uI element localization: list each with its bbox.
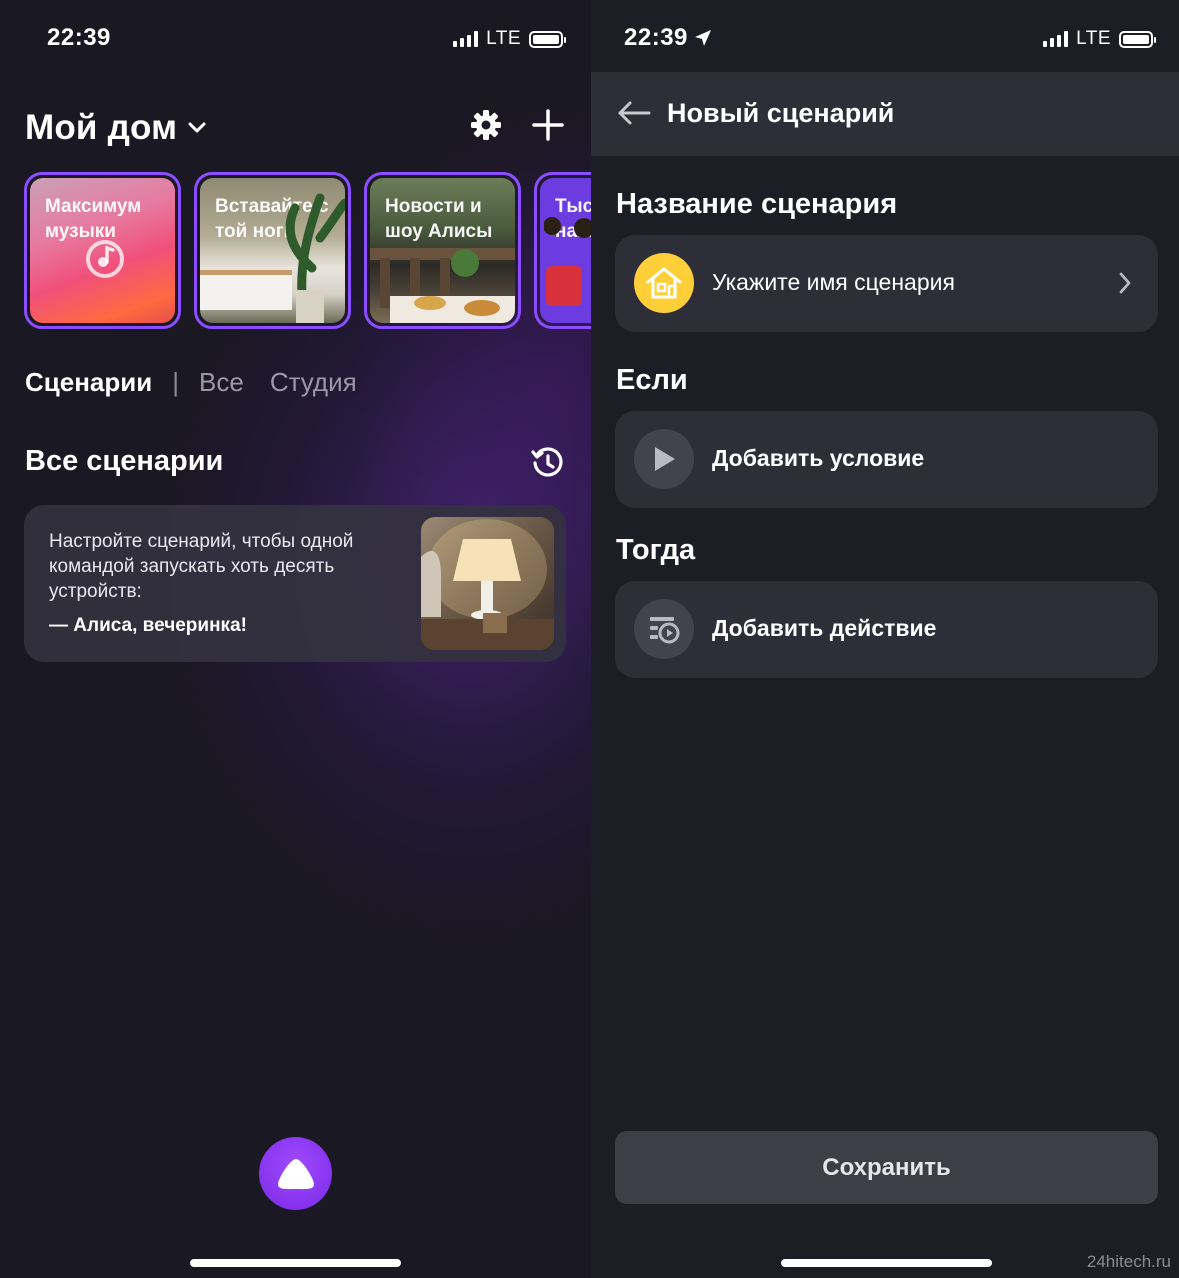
history-icon[interactable] (531, 446, 565, 480)
nav-bar: Новый сценарий (591, 72, 1179, 156)
tab-scenarios[interactable]: Сценарии (25, 367, 152, 398)
play-icon (634, 429, 694, 489)
add-action-label: Добавить действие (712, 615, 937, 641)
home-title: Мой дом (25, 108, 178, 147)
tab-studio[interactable]: Студия (270, 367, 357, 398)
room-illustration (200, 193, 345, 323)
story-skills[interactable]: Тысяч навыков (534, 172, 591, 329)
gear-icon[interactable] (469, 108, 503, 142)
story-news[interactable]: Новости и шоу Алисы (364, 172, 521, 329)
stories-carousel: Максимум музыки Вставайте с той ноги Нов… (24, 172, 591, 329)
back-arrow-icon[interactable] (617, 100, 651, 126)
location-arrow-icon (694, 30, 711, 46)
battery-icon (529, 30, 566, 48)
music-icon (86, 240, 124, 278)
house-icon (634, 253, 694, 313)
promo-card[interactable]: Настройте сценарий, чтобы одной командой… (24, 505, 566, 662)
promo-text: Настройте сценарий, чтобы одной командой… (49, 531, 354, 602)
story-music[interactable]: Максимум музыки (24, 172, 181, 329)
lamp-image (421, 517, 554, 650)
skills-illustration (544, 217, 591, 306)
save-button[interactable]: Сохранить (615, 1131, 1158, 1204)
watermark: 24hitech.ru (1086, 1252, 1171, 1271)
section-title: Все сценарии (25, 445, 224, 477)
home-indicator (781, 1259, 992, 1267)
action-list-icon (634, 599, 694, 659)
promo-command: — Алиса, вечеринка! (49, 615, 247, 636)
story-morning[interactable]: Вставайте с той ноги (194, 172, 351, 329)
scenario-name-placeholder: Укажите имя сценария (712, 269, 955, 295)
add-condition-label: Добавить условие (712, 445, 925, 471)
chevron-down-icon (188, 122, 206, 133)
add-icon[interactable] (531, 108, 565, 142)
story-caption: Максимум музыки (45, 196, 142, 242)
alice-button[interactable] (259, 1137, 332, 1210)
add-action-button[interactable]: Добавить действие (615, 581, 1158, 678)
home-selector[interactable]: Мой дом (25, 108, 207, 148)
status-time: 22:39 (47, 24, 111, 51)
tab-all[interactable]: Все (199, 367, 244, 398)
home-screen: 22:39 LTE Мой дом Максимум музыки Встава… (0, 0, 591, 1278)
tab-separator: | (172, 367, 179, 397)
if-section-label: Если (616, 364, 688, 396)
home-indicator (190, 1259, 401, 1267)
tab-bar: Сценарии | Все Студия (25, 367, 383, 398)
status-bar: 22:39 LTE (591, 22, 1179, 56)
new-scenario-screen: 22:39 LTE Новый сценарий Название сценар… (591, 0, 1179, 1278)
balcony-illustration (370, 248, 515, 323)
signal-icon (453, 31, 479, 47)
add-condition-button[interactable]: Добавить условие (615, 411, 1158, 508)
status-time: 22:39 (624, 24, 688, 51)
network-type: LTE (486, 28, 521, 49)
alice-icon (277, 1158, 314, 1189)
signal-icon (1043, 31, 1069, 47)
status-bar: 22:39 LTE (0, 22, 591, 56)
network-type: LTE (1076, 28, 1111, 49)
then-section-label: Тогда (616, 534, 696, 566)
name-section-label: Название сценария (616, 188, 898, 220)
battery-icon (1119, 30, 1156, 48)
scenario-name-field[interactable]: Укажите имя сценария (615, 235, 1158, 332)
page-title: Новый сценарий (667, 98, 895, 128)
chevron-right-icon (1119, 272, 1131, 294)
